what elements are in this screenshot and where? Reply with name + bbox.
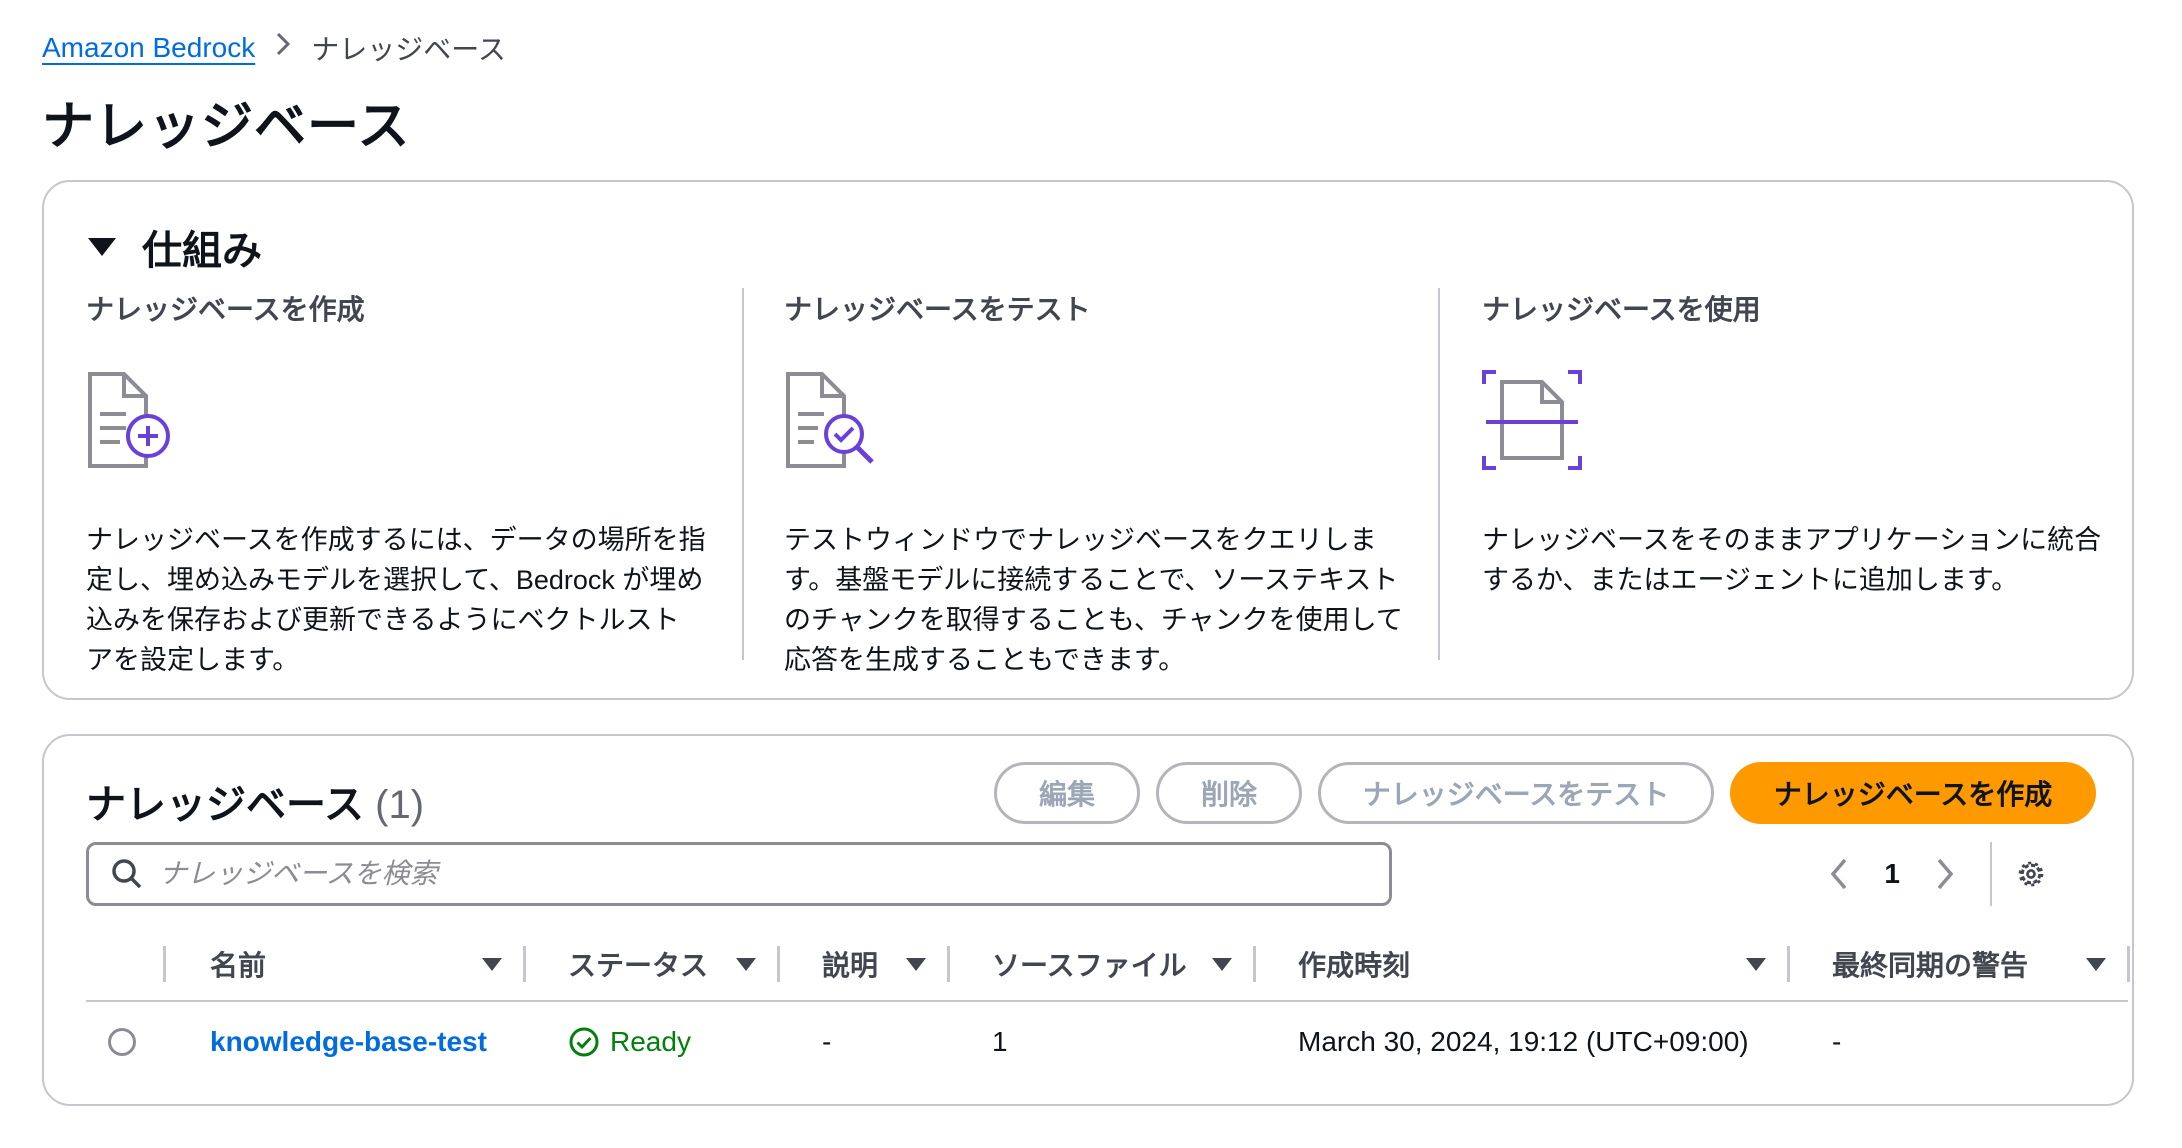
how-it-works-title: 仕組み (142, 229, 262, 273)
how-column-heading: ナレッジベースを作成 (86, 294, 365, 325)
how-column-test: ナレッジベースをテスト テストウィンドウでナレッジベースをクエリします。基盤モデ… (784, 288, 1404, 680)
how-column-text: ナレッジベースを作成するには、データの場所を指定し、埋め込みモデルを選択して、B… (86, 525, 706, 675)
pager-divider (1990, 842, 1992, 906)
knowledge-base-link[interactable]: knowledge-base-test (210, 1026, 487, 1057)
previous-page-button[interactable] (1824, 854, 1854, 894)
column-header-created[interactable]: 作成時刻 (1254, 928, 1790, 1001)
settings-gear-icon[interactable] (2016, 854, 2046, 894)
column-header-label: ステータス (568, 950, 709, 981)
description-cell: - (822, 1026, 832, 1057)
column-header-label: 作成時刻 (1298, 950, 1411, 981)
pagination: 1 (1824, 842, 2046, 906)
knowledge-base-table: 名前 ステータス 説明 ソースファイル 作成時刻 最終同期の警告 knowled… (86, 928, 2130, 1082)
column-header-label: ソースファイル (992, 950, 1187, 981)
document-add-icon (86, 370, 186, 480)
status-text: Ready (610, 1026, 691, 1057)
how-column-create: ナレッジベースを作成 ナレッジベースを作成するには、データの場所を指定し、埋め込… (86, 288, 706, 680)
source-files-cell: 1 (992, 1026, 1008, 1057)
test-knowledge-base-button[interactable]: ナレッジベースをテスト (1318, 762, 1714, 824)
knowledge-base-list-panel: ナレッジベース (1) 編集 削除 ナレッジベースをテスト ナレッジベースを作成… (42, 734, 2134, 1106)
delete-button[interactable]: 削除 (1156, 762, 1302, 824)
sort-icon[interactable] (2086, 957, 2106, 971)
chevron-right-icon (273, 30, 293, 66)
sort-icon[interactable] (906, 957, 926, 971)
kb-list-title-text: ナレッジベース (86, 783, 364, 827)
sort-icon[interactable] (1746, 957, 1766, 971)
column-header-description[interactable]: 説明 (778, 928, 950, 1001)
column-header-label: 最終同期の警告 (1832, 950, 2029, 981)
search-icon (111, 858, 143, 890)
kb-list-title: ナレッジベース (1) (86, 772, 424, 830)
breadcrumb: Amazon Bedrock ナレッジベース (42, 28, 506, 68)
page-title: ナレッジベース (42, 98, 411, 156)
select-column-header (86, 928, 166, 1001)
search-field[interactable] (86, 842, 1392, 906)
row-select-radio[interactable] (108, 1028, 136, 1056)
column-header-last-sync-warning[interactable]: 最終同期の警告 (1788, 928, 2130, 1001)
search-input[interactable] (157, 857, 1361, 891)
sort-icon[interactable] (1212, 957, 1232, 971)
next-page-button[interactable] (1930, 854, 1960, 894)
sort-icon[interactable] (736, 957, 756, 971)
document-scan-icon (1482, 370, 1582, 480)
column-header-name[interactable]: 名前 (166, 928, 526, 1001)
column-divider (1438, 288, 1440, 660)
row-select-cell (86, 1001, 166, 1082)
breadcrumb-link-amazon-bedrock[interactable]: Amazon Bedrock (42, 32, 255, 64)
column-header-label: 説明 (822, 950, 879, 981)
created-cell: March 30, 2024, 19:12 (UTC+09:00) (1298, 1026, 1749, 1057)
how-column-heading: ナレッジベースを使用 (1482, 294, 1761, 325)
column-header-label: 名前 (210, 950, 267, 981)
how-column-text: ナレッジベースをそのままアプリケーションに統合するか、またはエージェントに追加し… (1482, 525, 2102, 595)
check-circle-icon (569, 1027, 599, 1057)
how-it-works-toggle[interactable]: 仕組み (88, 218, 262, 276)
how-column-use: ナレッジベースを使用 ナレッジベースをそのままアプリケーションに統合するか、また… (1482, 288, 2102, 600)
column-header-status[interactable]: ステータス (524, 928, 780, 1001)
document-search-icon (784, 370, 884, 480)
table-header-row: 名前 ステータス 説明 ソースファイル 作成時刻 最終同期の警告 (86, 928, 2130, 1001)
last-sync-warning-cell: - (1832, 1026, 1842, 1057)
name-cell: knowledge-base-test (166, 1001, 524, 1082)
caret-down-icon (88, 238, 116, 256)
how-column-text: テストウィンドウでナレッジベースをクエリします。基盤モデルに接続することで、ソー… (784, 525, 1403, 675)
how-it-works-panel: 仕組み ナレッジベースを作成 ナレッジベースを作成するには、データの場所を指定し… (42, 180, 2134, 700)
status-badge: Ready (568, 1026, 778, 1058)
edit-button[interactable]: 編集 (994, 762, 1140, 824)
breadcrumb-current: ナレッジベース (311, 34, 506, 65)
column-divider (742, 288, 744, 660)
kb-count: (1) (375, 783, 425, 827)
table-row: knowledge-base-test Ready - 1 March 30, … (86, 1001, 2128, 1082)
how-column-heading: ナレッジベースをテスト (784, 294, 1091, 325)
create-knowledge-base-button[interactable]: ナレッジベースを作成 (1730, 762, 2096, 824)
status-cell: Ready (524, 1001, 778, 1082)
sort-icon[interactable] (482, 957, 502, 971)
column-header-source-files[interactable]: ソースファイル (948, 928, 1256, 1001)
page-number[interactable]: 1 (1884, 858, 1900, 890)
